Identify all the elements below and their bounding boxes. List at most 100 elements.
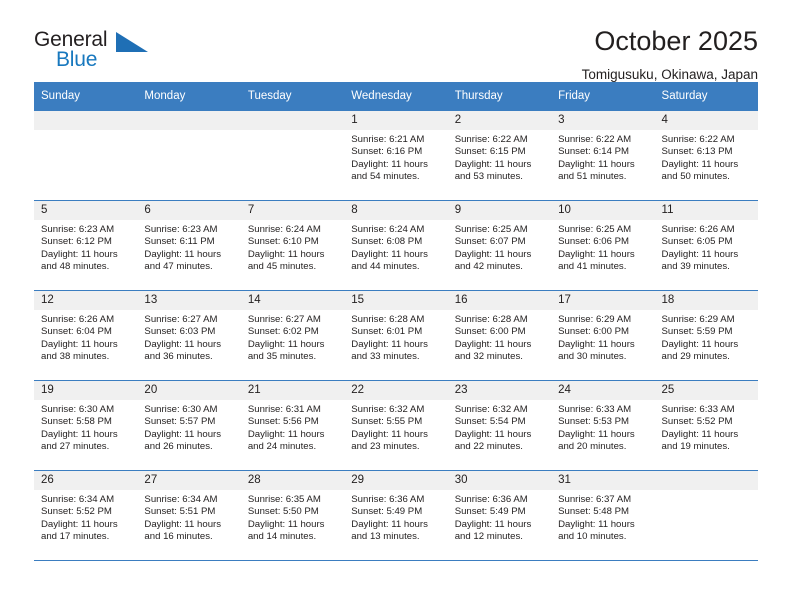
day-number: 2 xyxy=(447,111,552,130)
daylight-text: Daylight: 11 hours and 53 minutes. xyxy=(454,158,532,183)
calendar-day-cell[interactable]: 31 Sunrise: 6:37 AM Sunset: 5:48 PM Dayligh… xyxy=(551,470,655,561)
day-details: Sunrise: 6:32 AM Sunset: 5:55 PM Daylight:… xyxy=(344,400,447,454)
day-details: Sunrise: 6:26 AM Sunset: 6:04 PM Daylight:… xyxy=(34,310,137,364)
calendar-week-row: 12 Sunrise: 6:26 AM Sunset: 6:04 PM Dayligh… xyxy=(34,290,758,381)
sunrise-text: Sunrise: 6:22 AM xyxy=(558,134,632,145)
sunrise-text: Sunrise: 6:28 AM xyxy=(454,314,528,325)
calendar-day-cell[interactable]: 29 Sunrise: 6:36 AM Sunset: 5:49 PM Dayligh… xyxy=(344,470,448,561)
calendar-day-cell[interactable]: 11 Sunrise: 6:26 AM Sunset: 6:05 PM Dayligh… xyxy=(654,200,758,291)
daylight-text: Daylight: 11 hours and 35 minutes. xyxy=(247,338,325,363)
calendar-day-cell[interactable]: 18 Sunrise: 6:29 AM Sunset: 5:59 PM Dayligh… xyxy=(654,290,758,381)
calendar-day-cell[interactable]: 10 Sunrise: 6:25 AM Sunset: 6:06 PM Dayligh… xyxy=(551,200,655,291)
sunrise-text: Sunrise: 6:33 AM xyxy=(661,404,735,415)
calendar-day-cell[interactable]: 1 Sunrise: 6:21 AM Sunset: 6:16 PM Daylight… xyxy=(344,110,448,201)
sunset-text: Sunset: 5:56 PM xyxy=(247,416,319,428)
day-number: 19 xyxy=(34,381,138,400)
day-number: 6 xyxy=(137,201,241,220)
day-number: 10 xyxy=(551,201,655,220)
general-blue-logo[interactable]: General Blue xyxy=(34,26,149,76)
daylight-text: Daylight: 11 hours and 27 minutes. xyxy=(41,428,118,453)
calendar-day-cell[interactable]: 7 Sunrise: 6:24 AM Sunset: 6:10 PM Daylight… xyxy=(240,200,345,291)
sunset-text: Sunset: 5:58 PM xyxy=(41,416,112,428)
sunrise-text: Sunrise: 6:23 AM xyxy=(41,224,115,235)
sunrise-text: Sunrise: 6:26 AM xyxy=(661,224,735,235)
calendar-day-cell[interactable]: 20 Sunrise: 6:30 AM Sunset: 5:57 PM Dayligh… xyxy=(137,380,241,471)
daylight-text: Daylight: 11 hours and 47 minutes. xyxy=(144,248,222,273)
calendar-day-cell[interactable]: 24 Sunrise: 6:33 AM Sunset: 5:53 PM Dayligh… xyxy=(551,380,655,471)
calendar-day-cell[interactable]: 5 Sunrise: 6:23 AM Sunset: 6:12 PM Daylight… xyxy=(34,200,138,291)
calendar-day-cell[interactable]: 14 Sunrise: 6:27 AM Sunset: 6:02 PM Dayligh… xyxy=(240,290,345,381)
day-number: 1 xyxy=(344,111,448,130)
sunset-text: Sunset: 5:52 PM xyxy=(661,416,733,428)
sunrise-text: Sunrise: 6:27 AM xyxy=(247,314,321,325)
calendar-day-cell[interactable]: 16 Sunrise: 6:28 AM Sunset: 6:00 PM Dayligh… xyxy=(447,290,552,381)
daylight-text: Daylight: 11 hours and 38 minutes. xyxy=(41,338,118,363)
daylight-text: Daylight: 11 hours and 32 minutes. xyxy=(454,338,532,363)
calendar-day-cell[interactable]: 30 Sunrise: 6:36 AM Sunset: 5:49 PM Dayligh… xyxy=(447,470,552,561)
day-number: 8 xyxy=(344,201,448,220)
day-number: 13 xyxy=(137,291,241,310)
day-number: 20 xyxy=(137,381,241,400)
day-details: Sunrise: 6:34 AM Sunset: 5:51 PM Daylight:… xyxy=(137,490,240,544)
calendar-day-cell[interactable]: 12 Sunrise: 6:26 AM Sunset: 6:04 PM Dayligh… xyxy=(34,290,138,381)
daylight-text: Daylight: 11 hours and 24 minutes. xyxy=(247,428,325,453)
calendar-day-cell[interactable]: 2 Sunrise: 6:22 AM Sunset: 6:15 PM Daylight… xyxy=(447,110,552,201)
sunrise-text: Sunrise: 6:30 AM xyxy=(144,404,218,415)
sunset-text: Sunset: 5:49 PM xyxy=(454,506,526,518)
calendar-day-cell[interactable]: 4 Sunrise: 6:22 AM Sunset: 6:13 PM Daylight… xyxy=(654,110,758,201)
sunrise-text: Sunrise: 6:36 AM xyxy=(351,494,425,505)
calendar-day-cell[interactable]: 28 Sunrise: 6:35 AM Sunset: 5:50 PM Dayligh… xyxy=(240,470,345,561)
sunset-text: Sunset: 6:03 PM xyxy=(144,326,216,338)
calendar-week-row: 5 Sunrise: 6:23 AM Sunset: 6:12 PM Daylight… xyxy=(34,200,758,291)
day-details: Sunrise: 6:37 AM Sunset: 5:48 PM Daylight:… xyxy=(551,490,654,544)
day-number: 14 xyxy=(240,291,345,310)
calendar-table: Sunday Monday Tuesday Wednesday Thursday… xyxy=(34,82,758,561)
day-number: 3 xyxy=(551,111,655,130)
calendar-day-cell[interactable]: 23 Sunrise: 6:32 AM Sunset: 5:54 PM Dayligh… xyxy=(447,380,552,471)
sunset-text: Sunset: 5:51 PM xyxy=(144,506,216,518)
sunrise-text: Sunrise: 6:29 AM xyxy=(661,314,735,325)
calendar-day-cell[interactable]: 27 Sunrise: 6:34 AM Sunset: 5:51 PM Dayligh… xyxy=(137,470,241,561)
calendar-day-cell[interactable]: 9 Sunrise: 6:25 AM Sunset: 6:07 PM Daylight… xyxy=(447,200,552,291)
day-number xyxy=(654,471,758,490)
day-details: Sunrise: 6:24 AM Sunset: 6:10 PM Daylight:… xyxy=(241,220,344,274)
day-details: Sunrise: 6:25 AM Sunset: 6:07 PM Daylight:… xyxy=(448,220,551,274)
calendar-day-cell[interactable]: 8 Sunrise: 6:24 AM Sunset: 6:08 PM Daylight… xyxy=(344,200,448,291)
calendar-day-cell[interactable]: 26 Sunrise: 6:34 AM Sunset: 5:52 PM Dayligh… xyxy=(34,470,138,561)
sunset-text: Sunset: 5:59 PM xyxy=(661,326,733,338)
calendar-day-cell[interactable]: 3 Sunrise: 6:22 AM Sunset: 6:14 PM Daylight… xyxy=(551,110,655,201)
sunrise-text: Sunrise: 6:22 AM xyxy=(661,134,735,145)
sunset-text: Sunset: 5:49 PM xyxy=(351,506,423,518)
weekday-header-thursday: Thursday xyxy=(447,82,552,111)
daylight-text: Daylight: 11 hours and 33 minutes. xyxy=(351,338,428,363)
calendar-day-cell[interactable]: 15 Sunrise: 6:28 AM Sunset: 6:01 PM Dayligh… xyxy=(344,290,448,381)
calendar-day-cell[interactable]: 17 Sunrise: 6:29 AM Sunset: 6:00 PM Dayligh… xyxy=(551,290,655,381)
calendar-day-cell[interactable]: 22 Sunrise: 6:32 AM Sunset: 5:55 PM Dayligh… xyxy=(344,380,448,471)
calendar-day-cell[interactable]: 25 Sunrise: 6:33 AM Sunset: 5:52 PM Dayligh… xyxy=(654,380,758,471)
calendar-day-cell[interactable]: 19 Sunrise: 6:30 AM Sunset: 5:58 PM Dayligh… xyxy=(34,380,138,471)
day-details: Sunrise: 6:32 AM Sunset: 5:54 PM Daylight:… xyxy=(448,400,551,454)
day-details: Sunrise: 6:21 AM Sunset: 6:16 PM Daylight:… xyxy=(344,130,447,184)
calendar-day-cell[interactable]: 13 Sunrise: 6:27 AM Sunset: 6:03 PM Dayligh… xyxy=(137,290,241,381)
sunset-text: Sunset: 6:13 PM xyxy=(661,146,733,158)
daylight-text: Daylight: 11 hours and 19 minutes. xyxy=(661,428,739,453)
sunrise-text: Sunrise: 6:24 AM xyxy=(351,224,425,235)
daylight-text: Daylight: 11 hours and 16 minutes. xyxy=(144,518,222,543)
sunset-text: Sunset: 5:53 PM xyxy=(558,416,630,428)
sunset-text: Sunset: 5:55 PM xyxy=(351,416,423,428)
calendar-day-cell[interactable]: 6 Sunrise: 6:23 AM Sunset: 6:11 PM Daylight… xyxy=(137,200,241,291)
sunrise-text: Sunrise: 6:28 AM xyxy=(351,314,425,325)
calendar-day-cell[interactable]: 21 Sunrise: 6:31 AM Sunset: 5:56 PM Dayligh… xyxy=(240,380,345,471)
day-details: Sunrise: 6:27 AM Sunset: 6:02 PM Daylight:… xyxy=(241,310,344,364)
daylight-text: Daylight: 11 hours and 39 minutes. xyxy=(661,248,739,273)
day-number: 18 xyxy=(654,291,758,310)
weekday-header-tuesday: Tuesday xyxy=(240,82,345,111)
sunrise-text: Sunrise: 6:27 AM xyxy=(144,314,218,325)
day-details: Sunrise: 6:26 AM Sunset: 6:05 PM Daylight:… xyxy=(655,220,758,274)
sunset-text: Sunset: 5:52 PM xyxy=(41,506,112,518)
day-number: 5 xyxy=(34,201,138,220)
daylight-text: Daylight: 11 hours and 14 minutes. xyxy=(247,518,325,543)
calendar-day-cell-empty xyxy=(34,110,138,201)
page-title: October 2025 xyxy=(594,26,758,56)
sunrise-text: Sunrise: 6:36 AM xyxy=(454,494,528,505)
